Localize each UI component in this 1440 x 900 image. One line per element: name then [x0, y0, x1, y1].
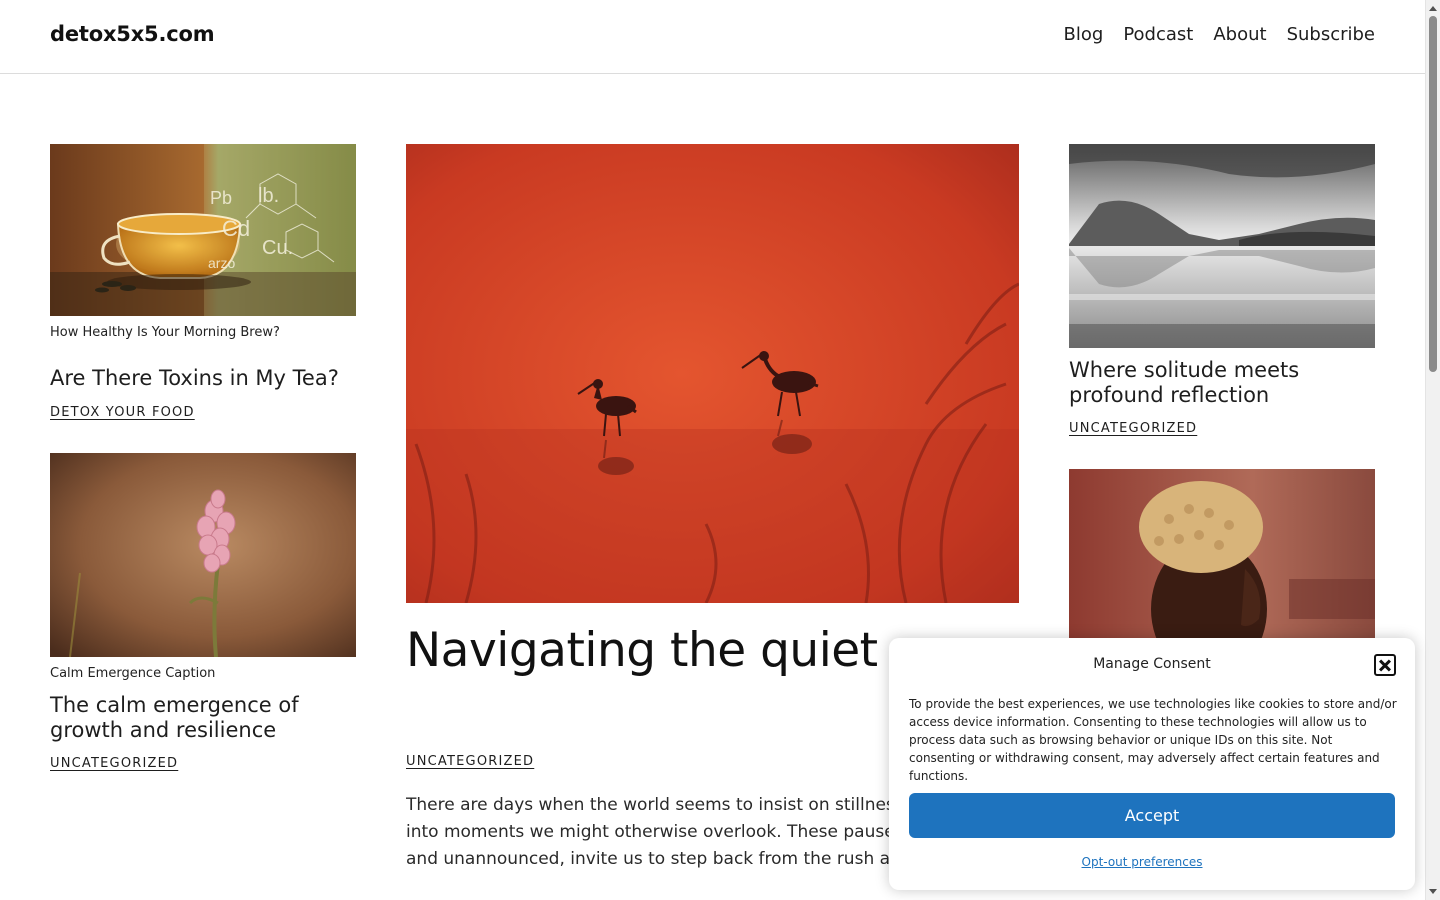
- tea-post-title[interactable]: Are There Toxins in My Tea?: [50, 366, 356, 391]
- tea-image-label: arzo: [208, 255, 235, 271]
- page-scrollbar[interactable]: [1425, 0, 1440, 900]
- scroll-up-arrow-icon[interactable]: [1429, 6, 1437, 11]
- flower-post-caption: Calm Emergence Caption: [50, 666, 216, 681]
- tea-post-caption: How Healthy Is Your Morning Brew?: [50, 325, 280, 340]
- hero-excerpt-line: There are days when the world seems to i…: [406, 795, 906, 815]
- opt-out-preferences-link[interactable]: Opt-out preferences: [889, 855, 1395, 869]
- scroll-thumb[interactable]: [1429, 16, 1437, 372]
- scroll-down-arrow-icon[interactable]: [1429, 889, 1437, 894]
- nav-subscribe[interactable]: Subscribe: [1287, 24, 1375, 45]
- hero-excerpt-line: into moments we might otherwise overlook…: [406, 822, 906, 842]
- lake-post-title[interactable]: Where solitude meets profound reflection: [1069, 358, 1375, 408]
- consent-title: Manage Consent: [1093, 656, 1211, 672]
- nav-about[interactable]: About: [1213, 24, 1266, 45]
- consent-dialog: Manage Consent To provide the best exper…: [889, 638, 1415, 890]
- flower-post-title[interactable]: The calm emergence of growth and resilie…: [50, 693, 356, 743]
- tea-post-image[interactable]: Pb lb. Cd Cu. arzo: [50, 144, 356, 316]
- accept-button[interactable]: Accept: [909, 793, 1395, 838]
- site-header: detox5x5.com Blog Podcast About Subscrib…: [0, 0, 1425, 74]
- tea-image-label: Pb: [210, 188, 232, 208]
- site-brand[interactable]: detox5x5.com: [50, 22, 215, 46]
- tea-post-category[interactable]: DETOX YOUR FOOD: [50, 405, 195, 420]
- flower-post-image[interactable]: [50, 453, 356, 657]
- lake-post-image[interactable]: [1069, 144, 1375, 348]
- tea-image-label: lb.: [258, 185, 279, 207]
- hero-post-category[interactable]: UNCATEGORIZED: [406, 754, 534, 769]
- lake-post-category[interactable]: UNCATEGORIZED: [1069, 421, 1197, 436]
- hero-post-image[interactable]: [406, 144, 1019, 603]
- nav-blog[interactable]: Blog: [1064, 24, 1104, 45]
- tea-image-label: Cu.: [262, 237, 293, 259]
- hero-excerpt-line: and unannounced, invite us to step back …: [406, 849, 906, 869]
- nav-podcast[interactable]: Podcast: [1123, 24, 1193, 45]
- flower-post-category[interactable]: UNCATEGORIZED: [50, 756, 178, 771]
- main-nav: Blog Podcast About Subscribe: [1064, 24, 1375, 45]
- hero-post-excerpt: There are days when the world seems to i…: [406, 792, 906, 873]
- consent-text: To provide the best experiences, we use …: [909, 697, 1397, 783]
- tea-image-label: Cd: [222, 216, 250, 241]
- close-icon[interactable]: [1374, 654, 1396, 676]
